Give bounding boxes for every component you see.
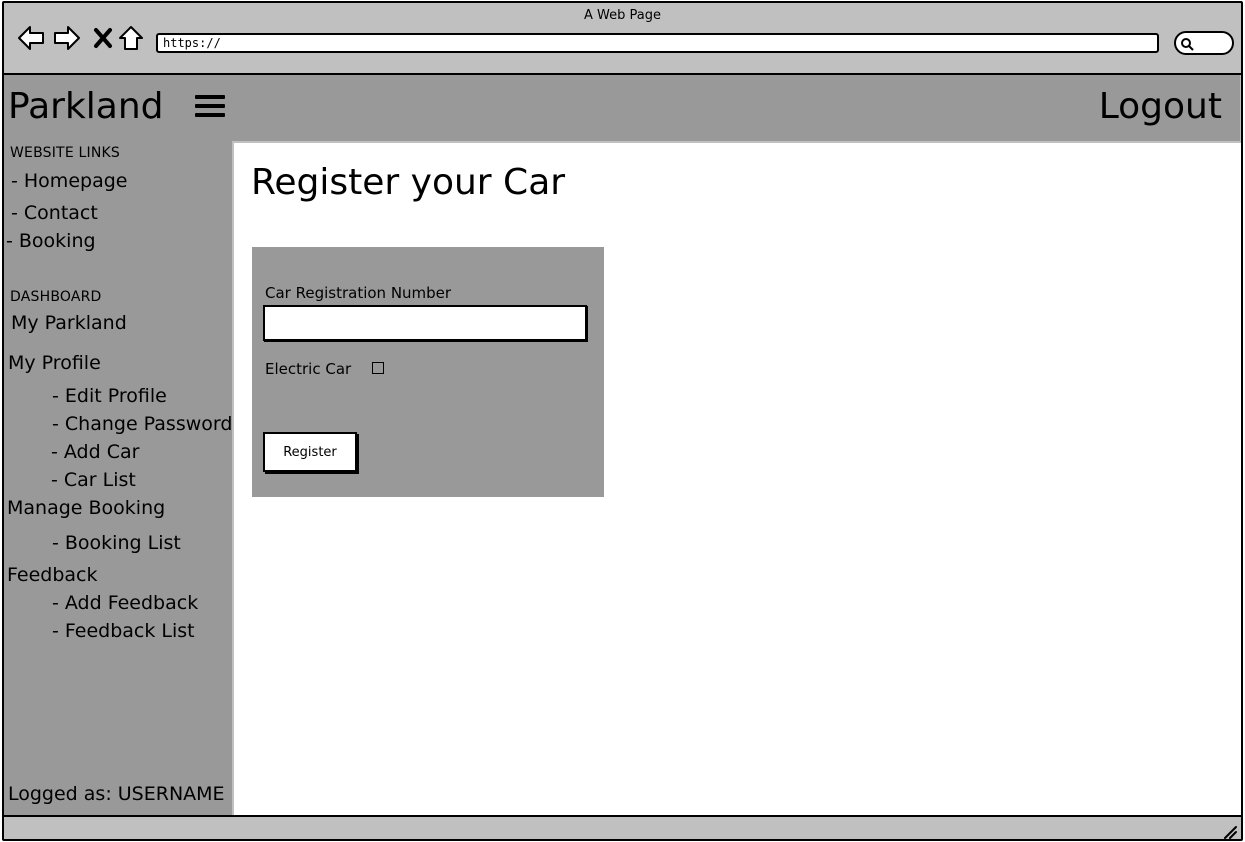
registration-number-label: Car Registration Number [265, 284, 452, 302]
status-bar [4, 815, 1241, 839]
browser-toolbar: A Web Page https:// [4, 3, 1241, 75]
logged-in-user: Logged as: USERNAME [8, 783, 225, 805]
sidebar-item-change-password[interactable]: - Change Password [52, 412, 232, 436]
home-icon[interactable] [116, 23, 146, 53]
url-input[interactable]: https:// [156, 33, 1159, 53]
sidebar-item-feedback-list[interactable]: - Feedback List [52, 619, 195, 643]
register-button[interactable]: Register [263, 432, 357, 472]
browser-search-box[interactable] [1174, 31, 1234, 55]
sidebar-item-booking[interactable]: - Booking [6, 229, 96, 253]
sidebar-item-add-feedback[interactable]: - Add Feedback [52, 591, 198, 615]
sidebar-item-feedback[interactable]: Feedback [7, 563, 97, 587]
sidebar-item-manage-booking[interactable]: Manage Booking [7, 496, 165, 520]
logout-link[interactable]: Logout [1099, 85, 1222, 129]
sidebar: WEBSITE LINKS - Homepage - Contact - Boo… [4, 141, 232, 815]
sidebar-item-edit-profile[interactable]: - Edit Profile [52, 384, 167, 408]
registration-number-input[interactable] [263, 305, 587, 341]
sidebar-item-add-car[interactable]: - Add Car [51, 440, 139, 464]
register-car-form: Car Registration Number Electric Car Reg… [252, 247, 604, 497]
sidebar-item-contact[interactable]: - Contact [11, 201, 98, 225]
resize-grip-icon[interactable] [1223, 824, 1237, 839]
brand-logo[interactable]: Parkland [8, 85, 164, 129]
electric-car-checkbox[interactable] [372, 362, 384, 374]
browser-window: A Web Page https:// Parkland Logout WEBS… [2, 1, 1243, 841]
window-title: A Web Page [584, 8, 661, 23]
search-icon [1181, 38, 1194, 51]
sidebar-item-homepage[interactable]: - Homepage [11, 169, 127, 193]
sidebar-item-my-parkland[interactable]: My Parkland [11, 311, 127, 335]
electric-car-label: Electric Car [265, 360, 352, 378]
dashboard-heading: DASHBOARD [10, 289, 102, 305]
app-header: Parkland Logout [4, 75, 1240, 141]
close-icon[interactable] [88, 23, 118, 53]
sidebar-item-booking-list[interactable]: - Booking List [52, 531, 181, 555]
sidebar-item-my-profile[interactable]: My Profile [8, 351, 101, 375]
main-content: Register your Car Car Registration Numbe… [234, 143, 1241, 815]
website-links-heading: WEBSITE LINKS [10, 145, 120, 161]
page-title: Register your Car [251, 162, 566, 203]
back-icon[interactable] [16, 23, 46, 53]
sidebar-item-car-list[interactable]: - Car List [51, 468, 136, 492]
hamburger-menu-icon[interactable] [195, 95, 225, 121]
forward-icon[interactable] [52, 23, 82, 53]
